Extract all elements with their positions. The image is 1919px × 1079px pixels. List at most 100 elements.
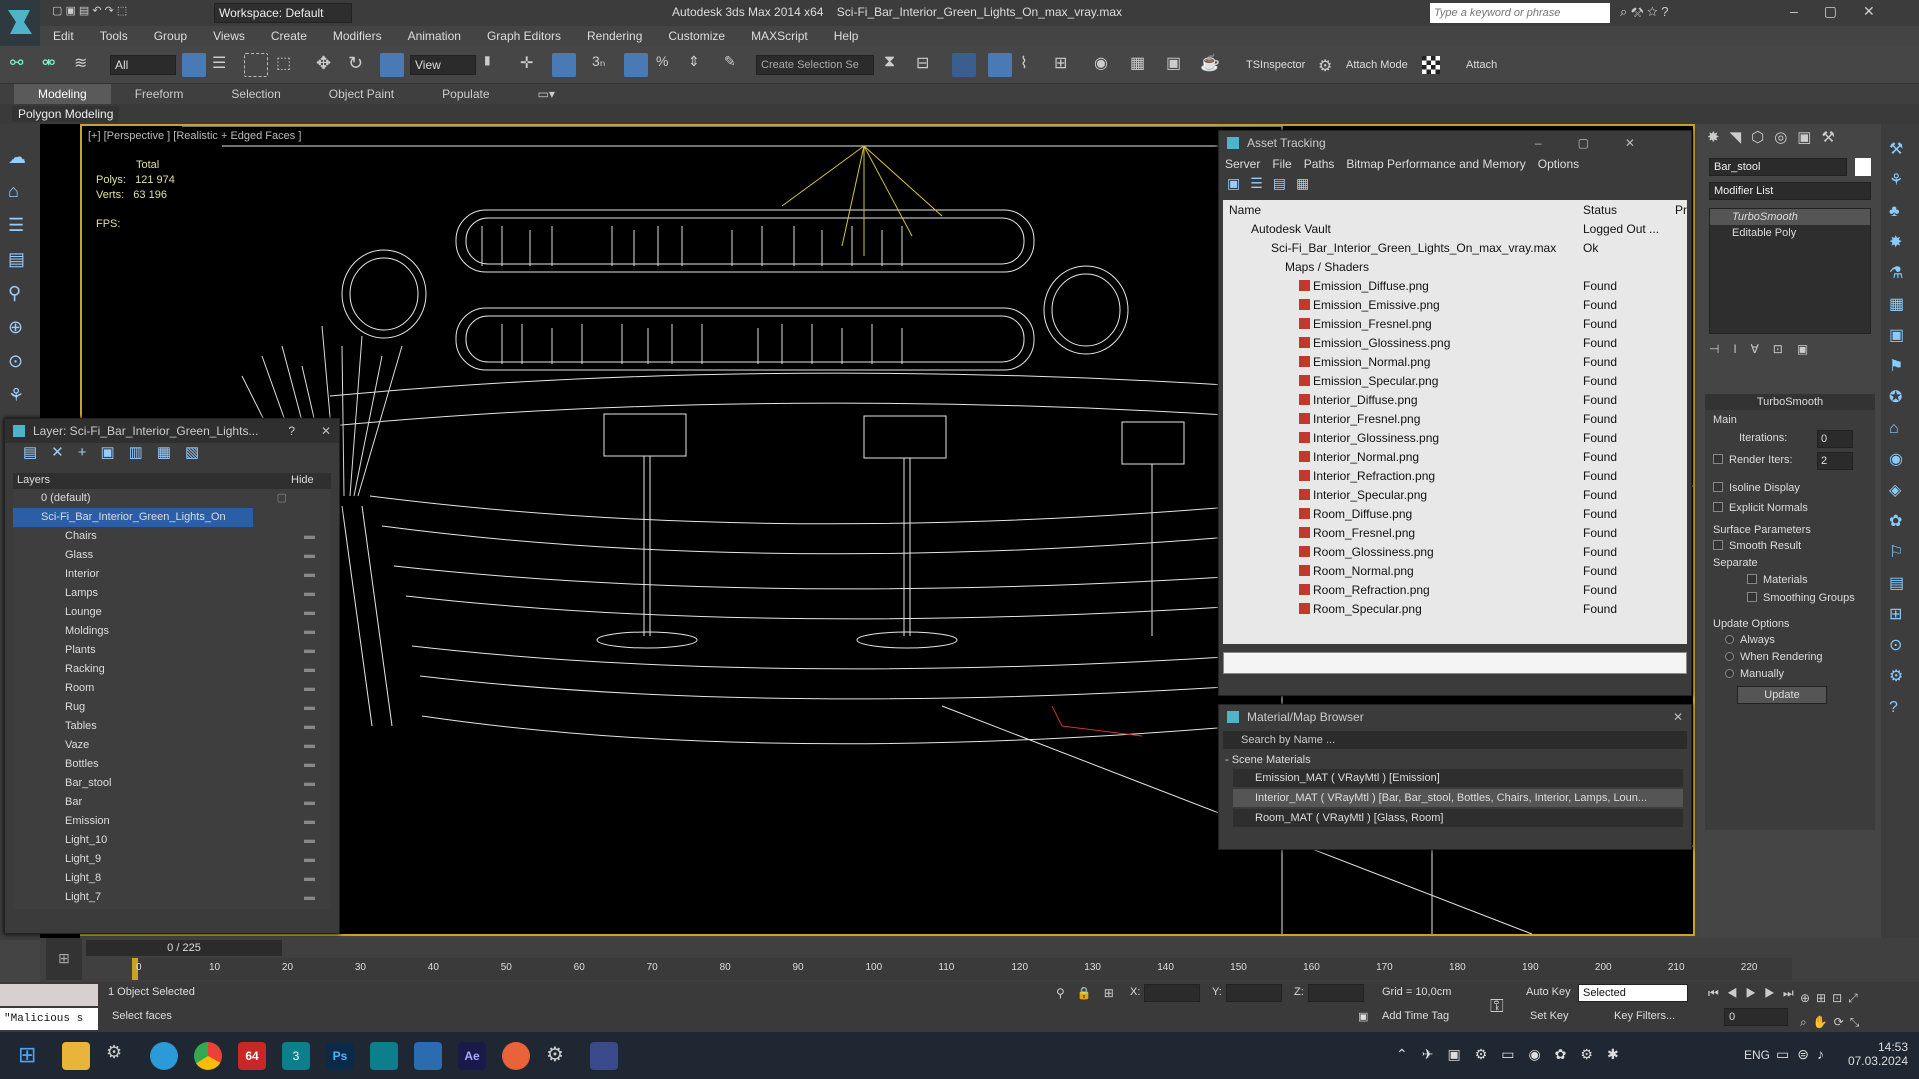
menu-edit[interactable]: Edit bbox=[40, 26, 87, 46]
object-name-field[interactable]: Bar_stool bbox=[1709, 158, 1847, 176]
hide-toggle[interactable]: ▬ bbox=[304, 812, 315, 831]
layer-item[interactable]: Bar ▬ bbox=[13, 793, 331, 812]
hide-column-header[interactable]: Hide bbox=[291, 474, 314, 486]
rect-selection-icon[interactable] bbox=[244, 53, 268, 77]
asset-menu-bitmap[interactable]: Bitmap Performance and Memory bbox=[1346, 157, 1525, 171]
layer-manager-titlebar[interactable]: Layer: Sci-Fi_Bar_Interior_Green_Lights.… bbox=[5, 419, 339, 443]
asset-file-row[interactable]: Interior_Normal.png Found bbox=[1223, 448, 1687, 467]
material-item[interactable]: Interior_MAT ( VRayMtl ) [Bar, Bar_stool… bbox=[1233, 789, 1683, 807]
key-mode-dropdown[interactable]: Selected bbox=[1578, 984, 1688, 1002]
3dsmax-active-icon[interactable] bbox=[370, 1042, 398, 1070]
mini-curve-icon[interactable]: ⊞ bbox=[46, 938, 82, 980]
track-bar[interactable]: 0 10 20 30 40 50 60 70 80 90 100 110 120 130 140 150 160… bbox=[132, 958, 1792, 980]
curve-editor-icon[interactable]: ⌇ bbox=[1020, 53, 1044, 77]
asset-file-row[interactable]: Emission_Glossiness.png Found bbox=[1223, 334, 1687, 353]
always-radio[interactable] bbox=[1725, 635, 1734, 644]
menu-views[interactable]: Views bbox=[200, 26, 258, 46]
mirror-icon[interactable]: ⧗ bbox=[884, 53, 908, 77]
explicit-normals-checkbox[interactable] bbox=[1713, 502, 1723, 512]
hide-toggle[interactable]: ▬ bbox=[304, 622, 315, 641]
reference-coord-dropdown[interactable]: View bbox=[410, 55, 476, 75]
menu-graph-editors[interactable]: Graph Editors bbox=[474, 26, 574, 46]
always-row[interactable]: Always bbox=[1725, 634, 1775, 646]
asset-file-row[interactable]: Interior_Specular.png Found bbox=[1223, 486, 1687, 505]
keyboard-shortcut-button[interactable] bbox=[552, 53, 576, 77]
tsinspector-button[interactable]: TSInspector bbox=[1246, 59, 1305, 71]
select-manipulate-icon[interactable]: ✛ bbox=[520, 53, 544, 77]
app-icon[interactable] bbox=[590, 1042, 618, 1070]
asset-file-row[interactable]: Room_Glossiness.png Found bbox=[1223, 543, 1687, 562]
window-controls[interactable]: –▢✕ bbox=[1790, 3, 1901, 20]
select-object-button[interactable] bbox=[182, 53, 206, 77]
menu-modifiers[interactable]: Modifiers bbox=[320, 26, 395, 46]
select-by-name-icon[interactable]: ☰ bbox=[212, 53, 236, 77]
viewport-nav-controls[interactable]: ⊕⊞⊡⤢ ⌕✋⟳⤡ bbox=[1800, 986, 1865, 1034]
photoshop-icon[interactable]: Ps bbox=[326, 1042, 354, 1070]
asset-file-row[interactable]: Room_Normal.png Found bbox=[1223, 562, 1687, 581]
file-explorer-icon[interactable] bbox=[62, 1042, 90, 1070]
auto-key-button[interactable]: Auto Key bbox=[1526, 986, 1571, 998]
windows-start-icon[interactable]: ⊞ bbox=[18, 1042, 46, 1070]
material-item[interactable]: Room_MAT ( VRayMtl ) [Glass, Room] bbox=[1233, 809, 1683, 827]
add-time-tag-button[interactable]: Add Time Tag bbox=[1382, 1010, 1449, 1022]
asset-file-row[interactable]: Emission_Diffuse.png Found bbox=[1223, 277, 1687, 296]
pivot-icon[interactable]: ▮ bbox=[484, 53, 508, 77]
asset-menu-options[interactable]: Options bbox=[1538, 157, 1579, 171]
menu-animation[interactable]: Animation bbox=[395, 26, 474, 46]
after-effects-icon[interactable]: Ae bbox=[458, 1042, 486, 1070]
menu-tools[interactable]: Tools bbox=[87, 26, 141, 46]
asset-path-field[interactable] bbox=[1223, 652, 1687, 674]
attach-button[interactable]: Attach bbox=[1466, 59, 1497, 71]
align-icon[interactable]: ⊟ bbox=[916, 53, 940, 77]
smoothing-groups-row[interactable]: Smoothing Groups bbox=[1747, 592, 1855, 604]
stack-editable-poly[interactable]: Editable Poly bbox=[1710, 225, 1870, 241]
rollout-title[interactable]: TurboSmooth bbox=[1705, 394, 1875, 410]
hide-toggle[interactable]: ▬ bbox=[304, 717, 315, 736]
asset-file-row[interactable]: Room_Fresnel.png Found bbox=[1223, 524, 1687, 543]
layer-item[interactable]: Moldings ▬ bbox=[13, 622, 331, 641]
graphite-toggle-button[interactable] bbox=[988, 53, 1012, 77]
language-indicator[interactable]: ENG bbox=[1744, 1048, 1770, 1062]
tab-populate[interactable]: Populate bbox=[418, 84, 513, 104]
y-coordinate-field[interactable] bbox=[1226, 984, 1282, 1002]
material-editor-icon[interactable]: ◉ bbox=[1094, 53, 1118, 77]
hide-toggle[interactable]: ▬ bbox=[304, 603, 315, 622]
vault-row[interactable]: Autodesk Vault Logged Out ... bbox=[1223, 220, 1687, 239]
viewport-label[interactable]: [+] [Perspective ] [Realistic + Edged Fa… bbox=[88, 130, 301, 142]
layer-item[interactable]: Interior ▬ bbox=[13, 565, 331, 584]
tab-modeling[interactable]: Modeling bbox=[14, 84, 111, 104]
clock[interactable]: 14:53 07.03.2024 bbox=[1846, 1040, 1908, 1068]
notepad-icon[interactable] bbox=[414, 1042, 442, 1070]
isoline-checkbox[interactable] bbox=[1713, 482, 1723, 492]
quick-access-toolbar[interactable]: ▢ ▣ ▤ ↶ ↷ ⬚ bbox=[52, 4, 202, 22]
scale-button[interactable] bbox=[380, 53, 404, 77]
snaps-toggle-icon[interactable]: 3ₙ bbox=[592, 53, 616, 77]
asset-file-row[interactable]: Room_Specular.png Found bbox=[1223, 600, 1687, 619]
asset-file-row[interactable]: Emission_Emissive.png Found bbox=[1223, 296, 1687, 315]
set-key-button[interactable]: Set Key bbox=[1530, 1010, 1569, 1022]
layer-manager-button[interactable] bbox=[952, 53, 976, 77]
render-icon[interactable]: ☕ bbox=[1200, 53, 1224, 77]
steam-icon[interactable]: ⚙ bbox=[546, 1042, 574, 1070]
asset-menu-file[interactable]: File bbox=[1272, 157, 1291, 171]
explicit-normals-row[interactable]: Explicit Normals bbox=[1713, 502, 1808, 514]
layer-item[interactable]: Chairs ▬ bbox=[13, 527, 331, 546]
asset-file-row[interactable]: Emission_Fresnel.png Found bbox=[1223, 315, 1687, 334]
window-crossing-icon[interactable]: ⬚ bbox=[276, 53, 300, 77]
status-column-header[interactable]: Status bbox=[1583, 203, 1617, 217]
current-layer-icon[interactable]: ▢ bbox=[277, 489, 287, 508]
manually-radio[interactable] bbox=[1725, 669, 1734, 678]
layer-item[interactable]: Bar_stool ▬ bbox=[13, 774, 331, 793]
asset-file-row[interactable]: Interior_Refraction.png Found bbox=[1223, 467, 1687, 486]
hide-toggle[interactable]: ▬ bbox=[304, 793, 315, 812]
hide-toggle[interactable]: ▬ bbox=[304, 755, 315, 774]
menu-group[interactable]: Group bbox=[141, 26, 200, 46]
3dsmax-icon[interactable]: 3 bbox=[282, 1042, 310, 1070]
asset-file-row[interactable]: Room_Refraction.png Found bbox=[1223, 581, 1687, 600]
object-color-swatch[interactable] bbox=[1855, 158, 1871, 176]
when-rendering-row[interactable]: When Rendering bbox=[1725, 651, 1823, 663]
layer-item[interactable]: Emission ▬ bbox=[13, 812, 331, 831]
system-tray-icons[interactable]: ⌃✈▣⚙▭◉✿⚙✱ bbox=[1396, 1046, 1633, 1063]
tab-freeform[interactable]: Freeform bbox=[111, 84, 208, 104]
asset-toolbar[interactable]: ▣☰▤▦ bbox=[1219, 174, 1691, 200]
